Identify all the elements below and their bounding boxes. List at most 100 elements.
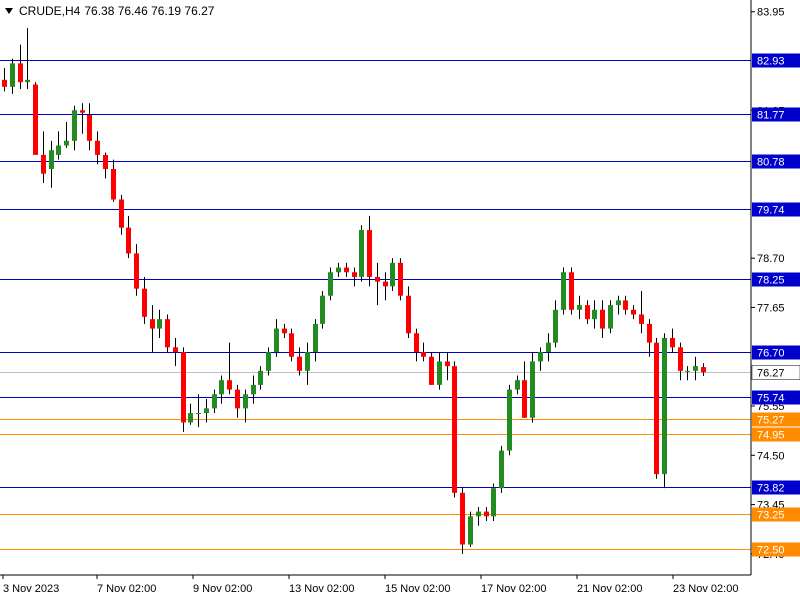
level-label: 75.74 [757, 393, 785, 405]
candle-bear [227, 380, 232, 390]
candle-bull [507, 389, 512, 451]
level-label: 78.25 [757, 275, 785, 287]
candle-bull [515, 380, 520, 390]
candle-bull [328, 272, 333, 296]
candle-bear [2, 79, 7, 87]
candle-bear [414, 333, 419, 353]
candle-bear [421, 352, 426, 357]
candle-bear [585, 305, 590, 320]
level-label: 82.93 [757, 56, 785, 68]
level-label: 74.95 [757, 430, 785, 442]
candle-bear [383, 281, 388, 287]
candle-bear [375, 276, 380, 282]
x-tick-label: 21 Nov 02:00 [577, 583, 642, 595]
candle-bull [196, 413, 201, 415]
current-price-label: 76.27 [757, 368, 785, 380]
candle-bear [111, 168, 116, 200]
candle-bull [219, 380, 224, 395]
candle-bull [243, 394, 248, 409]
candle-bull [251, 384, 256, 395]
candle-bear [33, 84, 38, 155]
candle-bull [577, 305, 582, 310]
candle-bull [592, 309, 597, 320]
candle-bear [445, 361, 450, 367]
candle-bear [165, 319, 170, 348]
caret-down-icon[interactable] [5, 8, 13, 14]
candle-bear [173, 347, 178, 353]
x-tick-label: 9 Nov 02:00 [193, 583, 252, 595]
y-tick-label: 77.65 [757, 302, 785, 314]
candle-bear [600, 309, 605, 329]
candle-bull [56, 145, 61, 155]
y-tick-label: 83.95 [757, 7, 785, 19]
chart-header: CRUDE,H4 76.38 76.46 76.19 76.27 [5, 4, 214, 18]
candle-bull [336, 267, 341, 273]
ohlc-readout: 76.38 76.46 76.19 76.27 [84, 4, 215, 18]
candle-bull [266, 352, 271, 371]
x-tick-label: 3 Nov 2023 [3, 583, 59, 595]
level-label: 80.78 [757, 157, 785, 169]
candles-layer [2, 28, 706, 554]
candle-bull [313, 323, 318, 353]
level-label: 73.25 [757, 510, 785, 522]
candle-bear [235, 389, 240, 409]
level-label: 81.77 [757, 110, 785, 122]
candle-bull [546, 342, 551, 353]
candle-bear [344, 267, 349, 273]
level-label: 72.50 [757, 545, 785, 557]
candle-bull [72, 110, 77, 141]
candle-bear [654, 342, 659, 475]
symbol-label: CRUDE,H4 [19, 4, 81, 18]
candle-bear [678, 347, 683, 371]
candle-bear [647, 323, 652, 343]
candle-bear [150, 319, 155, 329]
candle-bear [18, 63, 23, 83]
candle-bull [468, 516, 473, 545]
candle-bear [181, 352, 186, 423]
candle-bear [398, 262, 403, 296]
candle-bear [119, 199, 124, 228]
candle-bull [553, 309, 558, 343]
candle-bull [538, 352, 543, 362]
candle-bear [352, 272, 357, 277]
time-axis: 3 Nov 2023 7 Nov 02:00 9 Nov 02:00 13 Nov 0… [0, 574, 751, 595]
candle-bull [49, 150, 54, 169]
candle-bull [693, 366, 698, 371]
candle-bull [157, 319, 162, 329]
candle-bull [662, 337, 667, 475]
candle-bear [623, 300, 628, 310]
levels-layer [0, 60, 751, 550]
x-tick-label: 13 Nov 02:00 [289, 583, 354, 595]
candle-bull [274, 328, 279, 353]
candle-bear [297, 356, 302, 371]
candle-bear [631, 309, 636, 315]
candle-bear [406, 295, 411, 334]
candle-bull [685, 370, 690, 372]
candle-bear [522, 380, 527, 418]
chart-canvas: 83.9581.8578.7077.6575.5574.5073.4572.40… [0, 0, 800, 595]
candle-bull [608, 305, 613, 329]
candle-bear [87, 115, 92, 141]
level-label: 73.82 [757, 483, 785, 495]
candle-bull [390, 262, 395, 287]
candle-bull [258, 370, 263, 385]
candlestick-chart: 83.9581.8578.7077.6575.5574.5073.4572.40… [0, 0, 800, 600]
candle-bear [367, 230, 372, 277]
candle-bear [80, 110, 85, 113]
candle-bull [499, 450, 504, 489]
y-tick-label: 74.50 [757, 450, 785, 462]
candle-bear [701, 367, 706, 373]
candle-bull [212, 394, 217, 409]
candle-bull [320, 295, 325, 324]
x-tick-label: 23 Nov 02:00 [673, 583, 738, 595]
candle-bull [188, 413, 193, 423]
x-tick-label: 7 Nov 02:00 [97, 583, 156, 595]
candle-bear [126, 227, 131, 254]
candle-bear [142, 288, 147, 317]
level-label: 75.27 [757, 415, 785, 427]
candle-bull [204, 408, 209, 414]
y-tick-label: 78.70 [757, 253, 785, 265]
candle-bear [452, 366, 457, 493]
candle-bear [670, 337, 675, 348]
price-axis: 83.9581.8578.7077.6575.5574.5073.4572.40… [750, 0, 800, 575]
